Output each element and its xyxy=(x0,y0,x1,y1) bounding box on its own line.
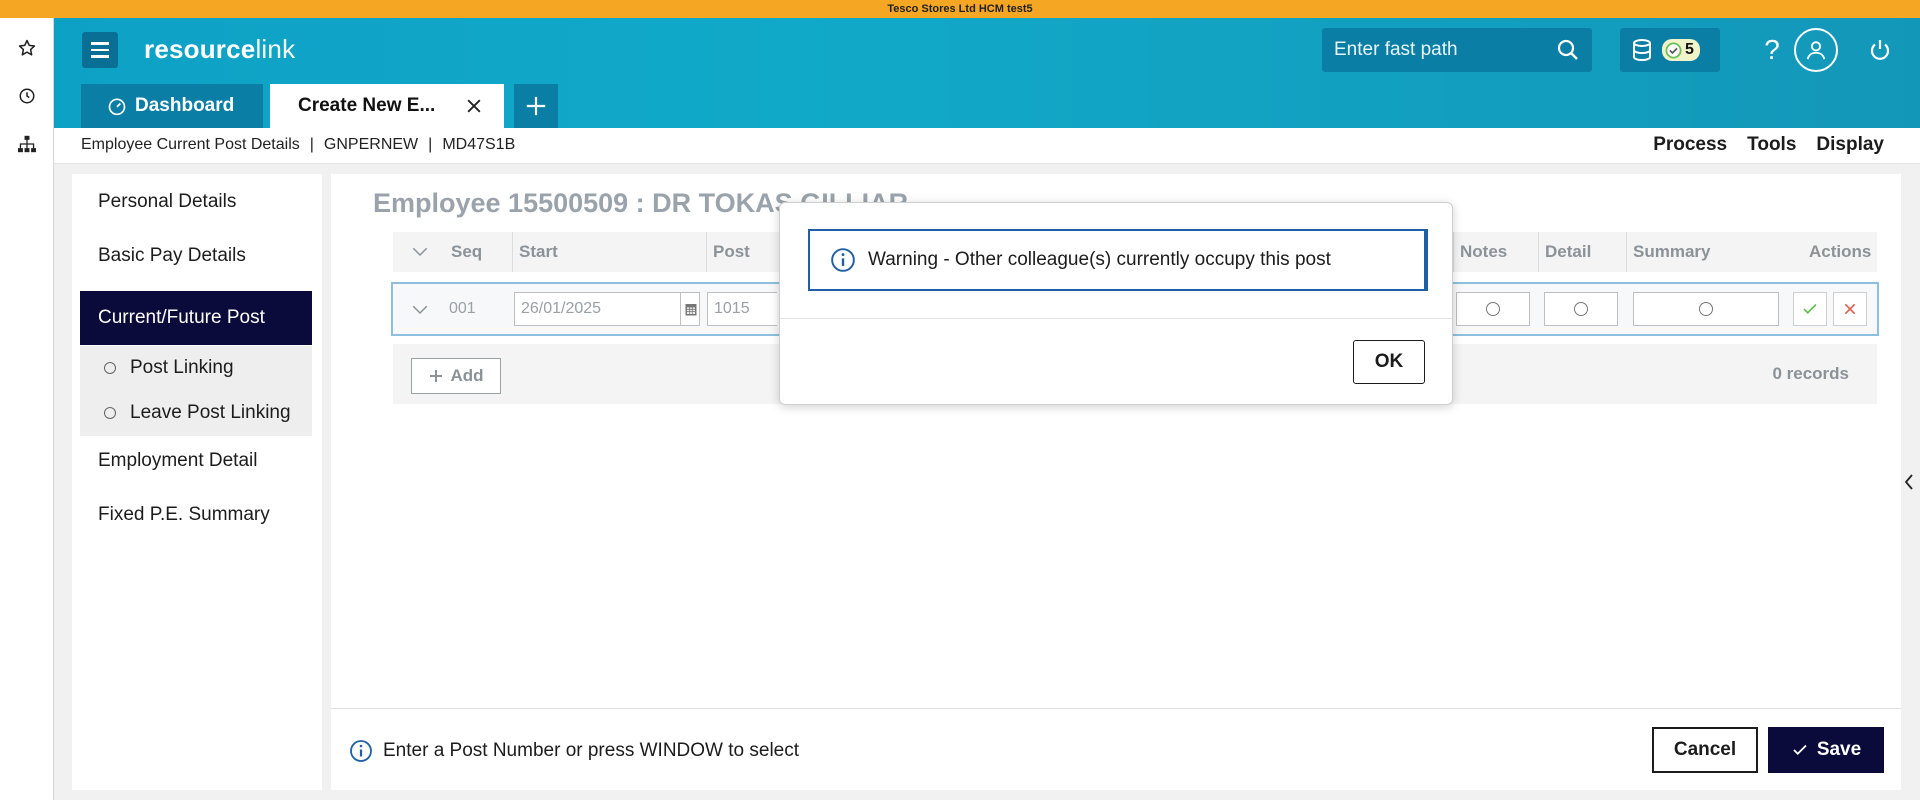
delete-row-button[interactable] xyxy=(1833,292,1867,326)
menu-icon[interactable] xyxy=(82,32,118,68)
col-notes: Notes xyxy=(1453,232,1507,272)
post-number-field[interactable]: 1015 xyxy=(707,292,777,326)
start-date-field[interactable]: 26/01/2025 xyxy=(514,292,700,326)
nav-personal-details[interactable]: Personal Details xyxy=(80,175,312,229)
col-start: Start xyxy=(512,232,558,272)
close-tab-icon[interactable] xyxy=(464,96,484,116)
search-icon[interactable] xyxy=(1556,38,1580,62)
help-icon[interactable]: ? xyxy=(1758,32,1786,68)
nav-post-linking[interactable]: Post Linking xyxy=(80,346,312,390)
radio-icon xyxy=(1486,302,1500,316)
col-summary: Summary xyxy=(1626,232,1710,272)
breadcrumb-code2: MD47S1B xyxy=(442,136,516,153)
form-footer: Enter a Post Number or press WINDOW to s… xyxy=(331,708,1901,790)
warning-dialog: Warning - Other colleague(s) currently o… xyxy=(779,202,1453,405)
radio-icon xyxy=(1574,302,1588,316)
hint-text: Enter a Post Number or press WINDOW to s… xyxy=(383,740,800,761)
logo-text-bold: resource xyxy=(144,34,256,64)
breadcrumb-page: Employee Current Post Details xyxy=(81,136,300,153)
ok-button[interactable]: OK xyxy=(1353,340,1425,384)
nav-post-linking-label: Post Linking xyxy=(130,357,234,378)
col-actions: Actions xyxy=(1809,242,1872,261)
collapse-panel-chevron-left-icon[interactable] xyxy=(1902,470,1916,494)
breadcrumb-code1: GNPERNEW xyxy=(323,136,419,153)
col-seq: Seq xyxy=(451,242,483,261)
history-clock-icon[interactable] xyxy=(13,82,41,110)
app-header: resourcelink 5 ? Dashboard Create New E.… xyxy=(54,18,1920,128)
user-profile-icon[interactable] xyxy=(1794,28,1838,72)
menu-tools[interactable]: Tools xyxy=(1747,134,1796,156)
chevron-down-icon[interactable] xyxy=(411,302,429,318)
check-icon xyxy=(1803,303,1817,315)
section-navigation: Personal Details Basic Pay Details Curre… xyxy=(72,174,322,790)
add-tab-plus-icon[interactable] xyxy=(514,84,558,128)
database-icon xyxy=(1633,39,1651,62)
dashboard-gauge-icon xyxy=(108,98,126,116)
info-icon xyxy=(350,740,372,762)
detail-radio[interactable] xyxy=(1544,292,1618,326)
divider xyxy=(780,318,1452,319)
info-icon xyxy=(831,248,855,272)
close-icon xyxy=(1844,303,1856,315)
col-detail: Detail xyxy=(1538,232,1591,272)
record-count: 0 records xyxy=(1772,364,1849,383)
add-row-label: Add xyxy=(450,366,484,385)
nav-fixed-pe-summary[interactable]: Fixed P.E. Summary xyxy=(80,488,312,542)
col-post: Post xyxy=(706,232,750,272)
quick-rail xyxy=(0,18,54,800)
plus-icon xyxy=(430,370,443,382)
radio-icon xyxy=(104,407,116,419)
database-notifications-button[interactable]: 5 xyxy=(1620,28,1720,72)
logo-text-light: link xyxy=(255,34,296,64)
hint-message: Enter a Post Number or press WINDOW to s… xyxy=(349,739,799,763)
warning-message-box: Warning - Other colleague(s) currently o… xyxy=(808,229,1428,291)
save-button[interactable]: Save xyxy=(1768,727,1884,773)
notification-badge: 5 xyxy=(1662,39,1700,61)
accept-row-button[interactable] xyxy=(1793,292,1827,326)
nav-leave-post-linking-label: Leave Post Linking xyxy=(130,402,291,423)
resourcelink-logo: resourcelink xyxy=(144,34,295,65)
calendar-icon[interactable] xyxy=(680,293,700,325)
check-icon xyxy=(1793,744,1807,756)
nav-current-future-post[interactable]: Current/Future Post xyxy=(80,291,312,345)
add-row-button[interactable]: Add xyxy=(411,358,501,394)
row-seq: 001 xyxy=(449,300,476,317)
post-number-value: 1015 xyxy=(714,300,750,317)
summary-radio[interactable] xyxy=(1633,292,1779,326)
nav-basic-pay-details[interactable]: Basic Pay Details xyxy=(80,229,312,283)
tab-create-label: Create New E... xyxy=(298,95,436,116)
save-label: Save xyxy=(1816,739,1862,760)
nav-submenu: Post Linking Leave Post Linking xyxy=(80,346,312,436)
breadcrumb-separator: | xyxy=(309,136,314,153)
tab-dashboard[interactable]: Dashboard xyxy=(81,84,263,128)
cancel-button[interactable]: Cancel xyxy=(1652,727,1758,773)
start-date-value: 26/01/2025 xyxy=(521,300,602,317)
favorites-star-icon[interactable] xyxy=(13,34,41,62)
fast-path-box xyxy=(1322,28,1592,72)
menu-process[interactable]: Process xyxy=(1653,134,1727,156)
top-menu: Process Tools Display xyxy=(1653,134,1884,156)
notes-radio[interactable] xyxy=(1456,292,1530,326)
fast-path-input[interactable] xyxy=(1334,28,1544,72)
warning-message: Warning - Other colleague(s) currently o… xyxy=(868,249,1331,270)
chevron-down-icon[interactable] xyxy=(411,244,429,260)
breadcrumb-separator: | xyxy=(428,136,433,153)
tab-create-new-employee[interactable]: Create New E... xyxy=(270,84,504,128)
notification-count: 5 xyxy=(1685,41,1694,58)
nav-leave-post-linking[interactable]: Leave Post Linking xyxy=(80,391,312,435)
menu-display[interactable]: Display xyxy=(1816,134,1884,156)
tab-dashboard-label: Dashboard xyxy=(135,95,235,116)
radio-icon xyxy=(104,362,116,374)
nav-employment-detail[interactable]: Employment Detail xyxy=(80,434,312,488)
power-logout-icon[interactable] xyxy=(1862,32,1898,68)
breadcrumb-bar: Employee Current Post Details | GNPERNEW | M… xyxy=(54,128,1920,164)
radio-icon xyxy=(1699,302,1713,316)
breadcrumb: Employee Current Post Details | GNPERNEW | M… xyxy=(81,136,515,154)
environment-title: Tesco Stores Ltd HCM test5 xyxy=(0,0,1920,18)
org-chart-sitemap-icon[interactable] xyxy=(13,130,41,158)
check-circle-icon xyxy=(1665,42,1682,58)
